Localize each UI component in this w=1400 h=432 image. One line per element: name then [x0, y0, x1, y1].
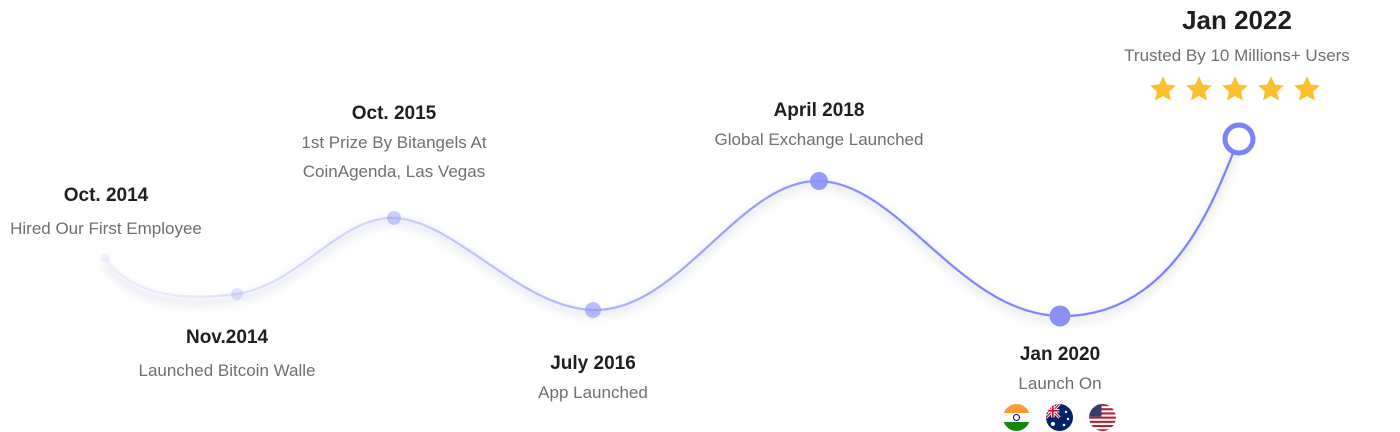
- australia-flag-icon: [1046, 404, 1073, 431]
- milestone-nov-2014: Nov.2014 Launched Bitcoin Walle: [112, 326, 342, 385]
- timeline-node: [810, 172, 828, 190]
- timeline-node: [1049, 305, 1071, 327]
- milestone-date: Nov.2014: [185, 327, 269, 348]
- timeline-node: [231, 288, 243, 300]
- milestone-desc: Launched Bitcoin Walle: [138, 361, 316, 380]
- launch-country-flags: [1003, 404, 1116, 431]
- milestone-oct-2014: Oct. 2014 Hired Our First Employee: [0, 184, 212, 243]
- milestone-desc: 1st Prize By Bitangels At: [301, 133, 487, 152]
- milestone-desc: Trusted By 10 Millions+ Users: [1124, 46, 1350, 65]
- milestone-date: April 2018: [773, 100, 865, 121]
- milestone-desc: Hired Our First Employee: [10, 219, 202, 238]
- milestone-jan-2022: Jan 2022 Trusted By 10 Millions+ Users: [1106, 3, 1368, 70]
- milestone-date: Jan 2020: [1019, 344, 1101, 365]
- milestone-desc: Global Exchange Launched: [714, 130, 924, 149]
- milestone-oct-2015: Oct. 2015 1st Prize By Bitangels At Coin…: [274, 102, 514, 186]
- timeline-node: [387, 211, 401, 225]
- milestone-jan-2020: Jan 2020 Launch On: [990, 343, 1130, 398]
- star-icon: [1258, 76, 1284, 101]
- timeline-node: [100, 253, 110, 263]
- usa-flag-icon: [1089, 404, 1116, 431]
- milestone-date: July 2016: [550, 353, 636, 374]
- milestone-desc: CoinAgenda, Las Vegas: [302, 162, 486, 181]
- timeline-final-node: [1222, 122, 1256, 156]
- india-flag-icon: [1003, 404, 1030, 431]
- milestone-april-2018: April 2018 Global Exchange Launched: [694, 99, 944, 154]
- milestone-date: Jan 2022: [1182, 5, 1292, 35]
- timeline-node: [585, 302, 601, 318]
- milestone-date: Oct. 2015: [351, 103, 437, 124]
- star-icon: [1150, 76, 1176, 101]
- milestone-july-2016: July 2016 App Launched: [503, 352, 683, 407]
- timeline: Oct. 2014 Hired Our First Employee Nov.2…: [0, 0, 1400, 432]
- star-icon: [1294, 76, 1320, 101]
- milestone-date: Oct. 2014: [63, 185, 149, 206]
- milestone-desc: App Launched: [538, 383, 648, 402]
- rating-stars: [1148, 74, 1322, 104]
- milestone-desc: Launch On: [1018, 374, 1102, 393]
- star-icon: [1186, 76, 1212, 101]
- star-icon: [1222, 76, 1248, 101]
